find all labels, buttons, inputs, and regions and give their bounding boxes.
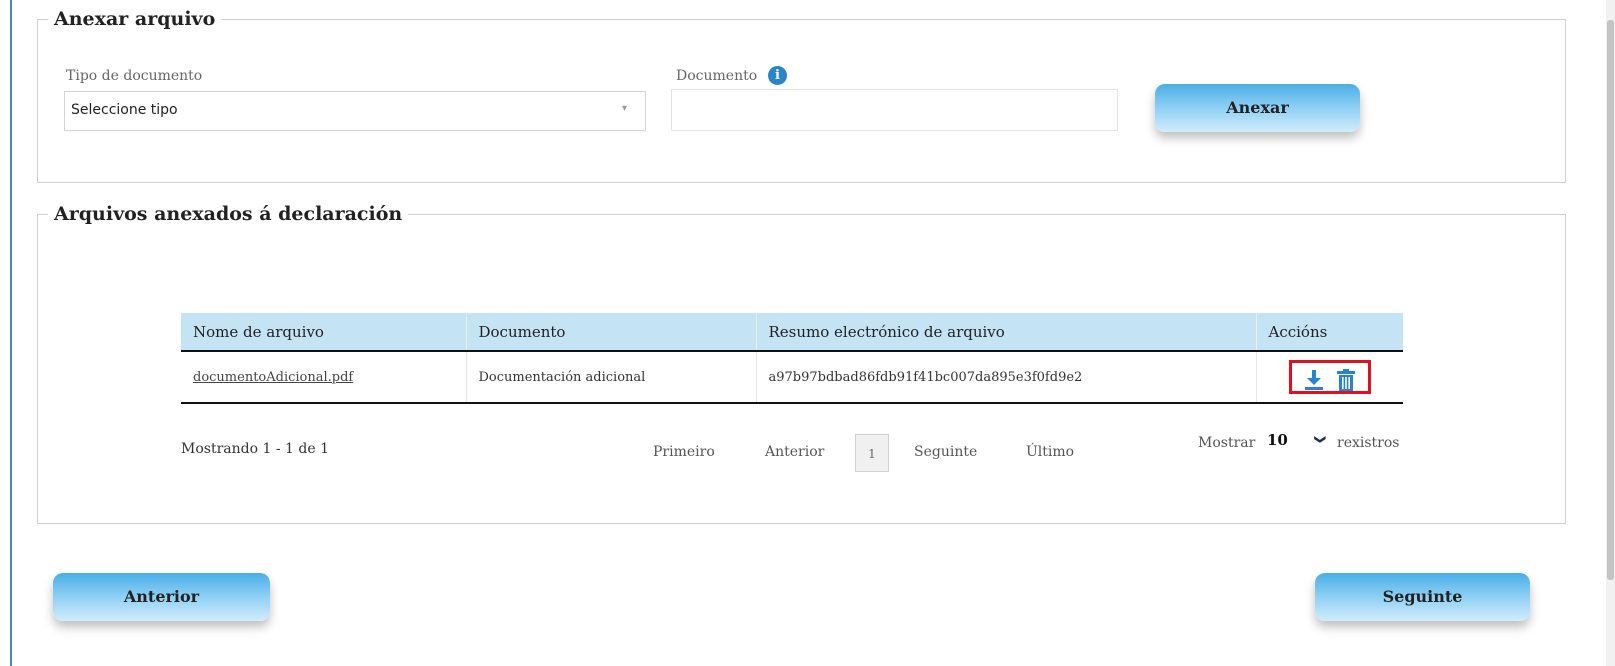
- document-cell: Documentación adicional: [466, 351, 757, 404]
- page-size-value: 10: [1267, 431, 1288, 449]
- page-size-select[interactable]: 10 ❯: [1267, 431, 1335, 453]
- vertical-scrollbar[interactable]: [1606, 0, 1615, 666]
- doc-type-select[interactable]: Seleccione tipo ▾: [64, 91, 646, 131]
- column-header-actions: Accións: [1256, 313, 1403, 352]
- download-icon[interactable]: [1304, 369, 1324, 395]
- attached-files-table: Nome de arquivo Documento Resumo electró…: [181, 313, 1403, 404]
- doc-type-label: Tipo de documento: [66, 68, 203, 84]
- records-label: rexistros: [1337, 435, 1400, 451]
- hash-cell: a97b97bdbad86fdb91f41bc007da895e3f0fd9e2: [756, 351, 1257, 404]
- doc-type-selected-value: Seleccione tipo: [71, 102, 178, 118]
- column-header-file-name[interactable]: Nome de arquivo: [181, 313, 467, 352]
- back-button[interactable]: Anterior: [53, 573, 270, 621]
- scrollbar-thumb[interactable]: [1607, 20, 1614, 580]
- file-name-cell: documentoAdicional.pdf: [181, 351, 467, 404]
- pager-prev[interactable]: Anterior: [765, 444, 824, 460]
- trash-icon[interactable]: [1336, 368, 1356, 396]
- records-summary: Mostrando 1 - 1 de 1: [181, 441, 329, 457]
- table-row: documentoAdicional.pdf Documentación adi…: [181, 351, 1403, 404]
- pager-current-page[interactable]: 1: [855, 434, 889, 472]
- column-header-document[interactable]: Documento: [466, 313, 757, 352]
- document-file-input[interactable]: [671, 89, 1118, 131]
- pager-first[interactable]: Primeiro: [653, 444, 715, 460]
- chevron-down-icon: ❯: [1314, 434, 1328, 445]
- table-header-row: Nome de arquivo Documento Resumo electró…: [181, 313, 1403, 352]
- document-label: Documento: [676, 68, 758, 84]
- select-arrow-icon: ▾: [621, 103, 627, 114]
- pager-next[interactable]: Seguinte: [914, 444, 977, 460]
- actions-cell: [1256, 351, 1403, 404]
- left-border-rule: [10, 0, 12, 666]
- info-icon[interactable]: i: [768, 66, 787, 85]
- column-header-hash[interactable]: Resumo electrónico de arquivo: [756, 313, 1257, 352]
- actions-highlight: [1288, 360, 1371, 396]
- next-button[interactable]: Seguinte: [1315, 573, 1530, 621]
- file-name-link[interactable]: documentoAdicional.pdf: [193, 370, 353, 385]
- attach-file-legend: Anexar arquivo: [54, 8, 216, 30]
- attach-button[interactable]: Anexar: [1155, 84, 1360, 132]
- attached-files-legend: Arquivos anexados á declaración: [54, 203, 403, 225]
- pager-last[interactable]: Último: [1026, 444, 1074, 460]
- show-label: Mostrar: [1198, 435, 1256, 451]
